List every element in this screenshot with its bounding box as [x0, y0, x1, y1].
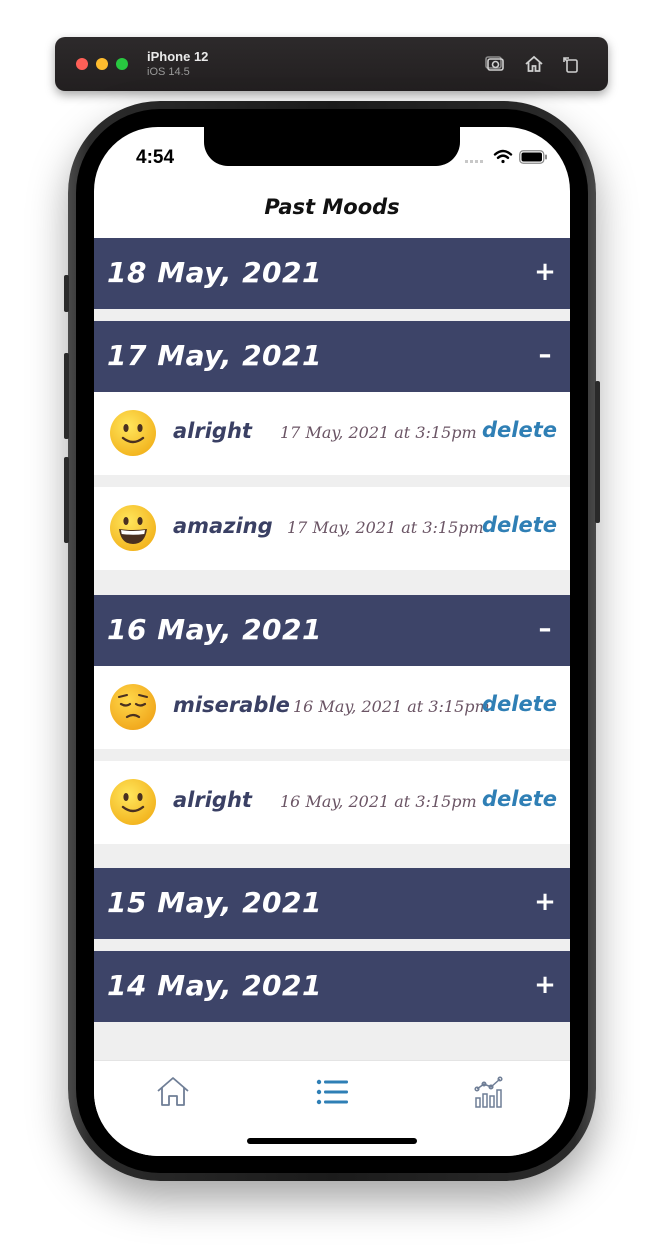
home-icon[interactable]	[523, 53, 545, 75]
section-header-15-may[interactable]: 15 May, 2021 +	[94, 868, 570, 939]
simulator-title-bar: iPhone 12 iOS 14.5	[55, 37, 608, 91]
grinning-face-icon	[109, 504, 157, 552]
mood-history-list[interactable]: 18 May, 2021 + 17 May, 2021 – alright 17…	[94, 238, 570, 1060]
slightly-smiling-face-icon	[109, 778, 157, 826]
screenshot-icon[interactable]	[484, 53, 506, 75]
section-date: 16 May, 2021	[107, 613, 323, 646]
close-window-button[interactable]	[76, 58, 88, 70]
tab-stats[interactable]	[472, 1074, 508, 1110]
section-header-18-may[interactable]: 18 May, 2021 +	[94, 238, 570, 309]
home-icon	[157, 1077, 189, 1106]
mood-label: miserable	[173, 693, 290, 717]
tab-home[interactable]	[155, 1074, 191, 1110]
os-version: iOS 14.5	[147, 66, 190, 78]
volume-down-button	[64, 457, 69, 543]
mood-timestamp: 16 May, 2021 at 3:15pm	[293, 697, 490, 716]
expand-button[interactable]: +	[532, 965, 558, 1005]
pensive-face-icon	[109, 683, 157, 731]
page-title: Past Moods	[264, 195, 400, 219]
device-name: iPhone 12	[147, 49, 209, 64]
volume-up-button	[64, 353, 69, 439]
section-date: 14 May, 2021	[107, 969, 323, 1002]
section-header-17-may[interactable]: 17 May, 2021 –	[94, 321, 570, 392]
mood-entry-row: alright 17 May, 2021 at 3:15pm delete	[94, 392, 570, 475]
section-header-14-may[interactable]: 14 May, 2021 +	[94, 951, 570, 1022]
expand-button[interactable]: +	[532, 882, 558, 922]
battery-icon	[519, 149, 548, 169]
tab-list[interactable]	[314, 1074, 350, 1110]
mood-timestamp: 17 May, 2021 at 3:15pm	[287, 518, 484, 537]
rotate-icon[interactable]	[560, 53, 582, 75]
phone-screen: 4:54 Past Moods 18 May, 2021 + 17 May, 2…	[94, 127, 570, 1156]
mood-label: amazing	[173, 514, 273, 538]
list-icon	[316, 1079, 348, 1105]
status-time: 4:54	[136, 147, 175, 168]
status-icons	[465, 149, 548, 169]
mood-entry-row: miserable 16 May, 2021 at 3:15pm delete	[94, 666, 570, 749]
notch	[204, 127, 460, 166]
home-indicator	[247, 1138, 417, 1144]
mood-entry-row: amazing 17 May, 2021 at 3:15pm delete	[94, 487, 570, 570]
chart-icon	[474, 1076, 503, 1108]
mood-label: alright	[173, 419, 252, 443]
delete-button[interactable]: delete	[482, 787, 557, 811]
cellular-icon	[465, 150, 487, 168]
delete-button[interactable]: delete	[482, 513, 557, 537]
delete-button[interactable]: delete	[482, 692, 557, 716]
minimize-window-button[interactable]	[96, 58, 108, 70]
mood-timestamp: 17 May, 2021 at 3:15pm	[280, 423, 477, 442]
expand-button[interactable]: +	[532, 252, 558, 292]
wifi-icon	[493, 149, 513, 169]
section-date: 18 May, 2021	[107, 256, 323, 289]
delete-button[interactable]: delete	[482, 418, 557, 442]
collapse-button[interactable]: –	[532, 609, 558, 649]
section-date: 15 May, 2021	[107, 886, 323, 919]
mood-label: alright	[173, 788, 252, 812]
section-header-16-may[interactable]: 16 May, 2021 –	[94, 595, 570, 666]
mute-switch	[64, 275, 69, 312]
collapse-button[interactable]: –	[532, 335, 558, 375]
mood-entry-row: alright 16 May, 2021 at 3:15pm delete	[94, 761, 570, 844]
zoom-window-button[interactable]	[116, 58, 128, 70]
mood-timestamp: 16 May, 2021 at 3:15pm	[280, 792, 477, 811]
section-date: 17 May, 2021	[107, 339, 323, 372]
slightly-smiling-face-icon	[109, 409, 157, 457]
power-button	[595, 381, 600, 523]
